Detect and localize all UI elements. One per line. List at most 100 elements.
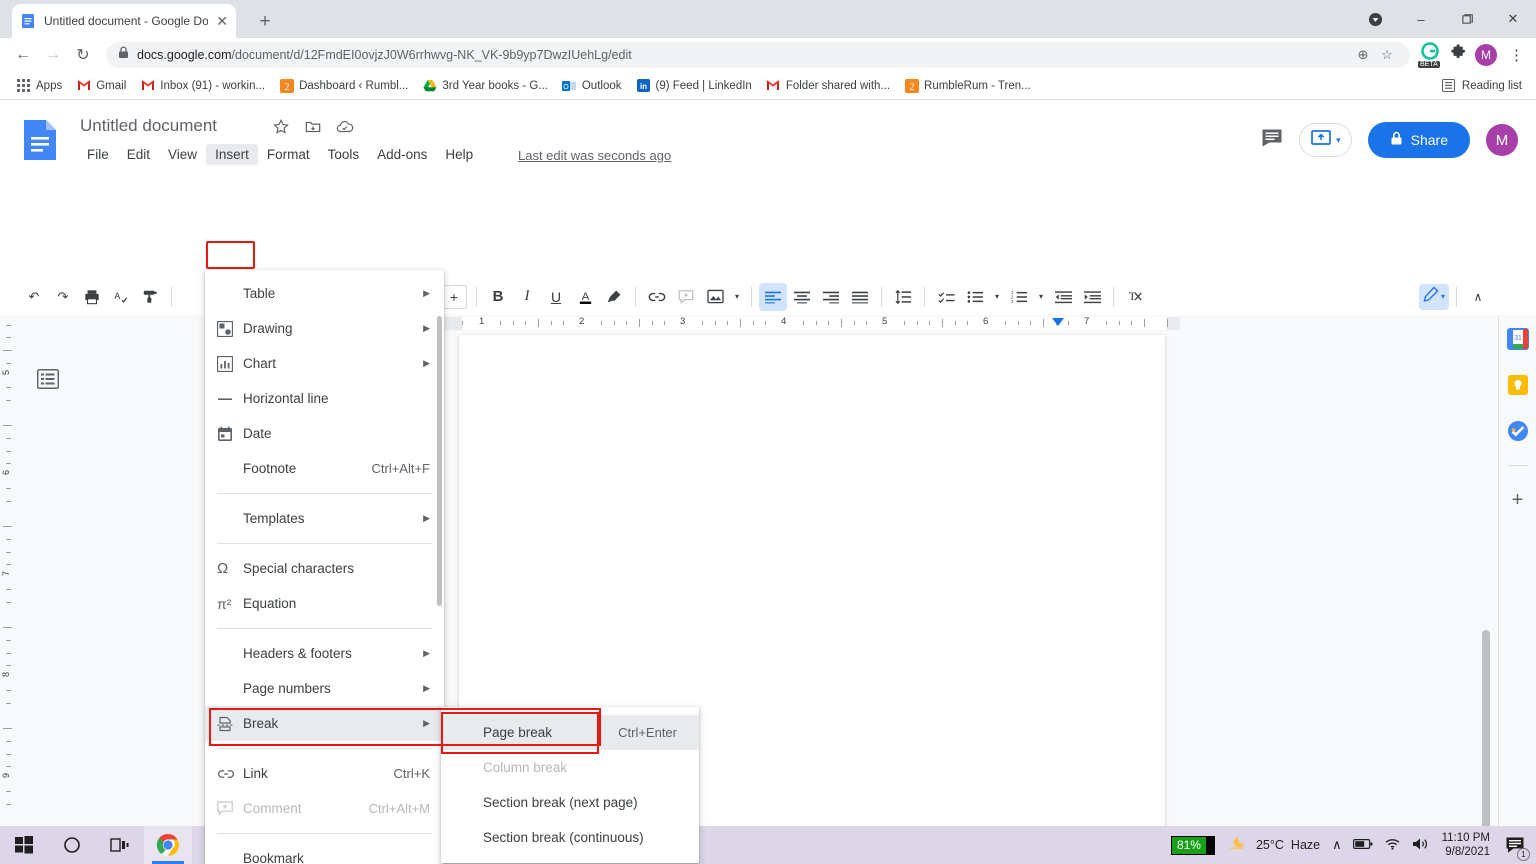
menu-item-link[interactable]: Link Ctrl+K: [205, 756, 444, 791]
menu-edit[interactable]: Edit: [118, 144, 159, 165]
comment-history-icon[interactable]: [1261, 128, 1283, 153]
present-button[interactable]: ▾: [1299, 123, 1352, 157]
menu-insert[interactable]: Insert: [206, 144, 258, 165]
task-view-button[interactable]: [96, 826, 144, 864]
menu-view[interactable]: View: [159, 144, 206, 165]
highlight-color-button[interactable]: [600, 283, 628, 311]
menu-tools[interactable]: Tools: [319, 144, 369, 165]
collapse-toolbar-button[interactable]: ∧: [1464, 283, 1492, 311]
google-calendar-icon[interactable]: 31: [1506, 327, 1530, 351]
move-to-folder-icon[interactable]: [304, 118, 322, 136]
align-center-button[interactable]: [788, 283, 816, 311]
menu-file[interactable]: File: [78, 144, 118, 165]
vertical-ruler[interactable]: 5 6 7 8 9 10: [0, 315, 16, 864]
bookmark-inbox[interactable]: Inbox (91) - workin...: [134, 76, 271, 95]
bulleted-list-button[interactable]: [961, 283, 989, 311]
battery-icon[interactable]: [1353, 838, 1373, 853]
menu-add-ons[interactable]: Add-ons: [368, 144, 436, 165]
menu-item-page-numbers[interactable]: Page numbers ▶: [205, 671, 444, 706]
browser-tab[interactable]: Untitled document - Google Doc ✕: [12, 4, 236, 38]
volume-icon[interactable]: [1412, 837, 1430, 854]
bookmark-rumblerum[interactable]: 2 RumbleRum - Tren...: [898, 76, 1037, 95]
zoom-indicator-icon[interactable]: ⊕: [1352, 44, 1374, 66]
numbered-list-caret-icon[interactable]: ▾: [1034, 283, 1048, 311]
text-color-button[interactable]: A: [571, 283, 599, 311]
increase-indent-button[interactable]: [1078, 283, 1106, 311]
menu-item-templates[interactable]: Templates ▶: [205, 501, 444, 536]
menu-item-break[interactable]: Break ▶: [205, 706, 444, 741]
window-minimize-button[interactable]: –: [1398, 0, 1444, 38]
menu-item-date[interactable]: Date: [205, 416, 444, 451]
menu-item-equation[interactable]: π² Equation: [205, 586, 444, 621]
align-right-button[interactable]: [817, 283, 845, 311]
redo-button[interactable]: ↷: [49, 283, 77, 311]
image-dropdown-caret-icon[interactable]: ▾: [730, 283, 744, 311]
menu-item-headers-footers[interactable]: Headers & footers ▶: [205, 636, 444, 671]
align-left-button[interactable]: [759, 283, 787, 311]
docs-account-avatar[interactable]: M: [1486, 124, 1518, 156]
notification-center-button[interactable]: 1: [1502, 832, 1528, 858]
star-icon[interactable]: [272, 118, 290, 136]
grammarly-beta-extension-icon[interactable]: BETA: [1418, 43, 1442, 67]
checklist-button[interactable]: [932, 283, 960, 311]
wifi-icon[interactable]: [1384, 837, 1401, 853]
share-button[interactable]: Share: [1368, 122, 1470, 158]
undo-button[interactable]: ↶: [20, 283, 48, 311]
paint-format-button[interactable]: [136, 283, 164, 311]
profile-avatar[interactable]: M: [1475, 44, 1497, 66]
submenu-item-page-break[interactable]: Page break Ctrl+Enter: [441, 715, 699, 750]
google-tasks-icon[interactable]: [1506, 419, 1530, 443]
document-outline-button[interactable]: [36, 367, 60, 391]
extensions-puzzle-icon[interactable]: [1450, 44, 1467, 66]
bookmark-3rd-year-books[interactable]: 3rd Year books - G...: [416, 76, 553, 95]
menu-item-chart[interactable]: Chart ▶: [205, 346, 444, 381]
search-button[interactable]: [48, 826, 96, 864]
line-spacing-button[interactable]: [889, 283, 917, 311]
bookmark-linkedin[interactable]: in (9) Feed | LinkedIn: [630, 76, 758, 95]
horizontal-ruler[interactable]: 1 2 3 4 5 6 7: [440, 315, 1180, 333]
decrease-indent-button[interactable]: [1049, 283, 1077, 311]
tab-close-icon[interactable]: ✕: [216, 14, 228, 28]
underline-button[interactable]: U: [542, 283, 570, 311]
menu-item-table[interactable]: Table ▶: [205, 276, 444, 311]
window-close-button[interactable]: ✕: [1490, 0, 1536, 38]
bookmark-apps[interactable]: Apps: [10, 76, 68, 95]
insert-image-button[interactable]: [701, 283, 729, 311]
reload-button[interactable]: ↻: [68, 40, 98, 70]
taskbar-clock[interactable]: 11:10 PM 9/8/2021: [1442, 831, 1490, 859]
font-size-increase-button[interactable]: +: [442, 289, 466, 305]
address-bar[interactable]: docs.google.com/document/d/12FmdEI0ovjzJ…: [106, 42, 1410, 68]
editing-mode-button[interactable]: ▾: [1419, 284, 1449, 310]
google-docs-logo-icon[interactable]: [22, 118, 58, 162]
chrome-taskbar-button[interactable]: [144, 826, 192, 864]
start-button[interactable]: [0, 826, 48, 864]
menu-item-drawing[interactable]: Drawing ▶: [205, 311, 444, 346]
insert-link-button[interactable]: [643, 283, 671, 311]
cloud-saved-icon[interactable]: [336, 118, 354, 136]
bulleted-list-caret-icon[interactable]: ▾: [990, 283, 1004, 311]
downloads-indicator-icon[interactable]: [1352, 0, 1398, 38]
new-tab-button[interactable]: +: [252, 9, 278, 35]
insert-menu-scrollbar[interactable]: [437, 316, 442, 606]
google-keep-icon[interactable]: [1506, 373, 1530, 397]
align-justify-button[interactable]: [846, 283, 874, 311]
submenu-item-section-break-next-page[interactable]: Section break (next page): [441, 785, 699, 820]
last-edit-status[interactable]: Last edit was seconds ago: [518, 148, 671, 163]
menu-item-footnote[interactable]: Footnote Ctrl+Alt+F: [205, 451, 444, 486]
show-hidden-icons-button[interactable]: ∧: [1332, 837, 1342, 853]
document-title[interactable]: Untitled document: [80, 116, 217, 136]
window-maximize-button[interactable]: [1444, 0, 1490, 38]
add-side-panel-app-button[interactable]: +: [1506, 488, 1530, 512]
back-button[interactable]: ←: [8, 40, 38, 70]
numbered-list-button[interactable]: 123: [1005, 283, 1033, 311]
bookmark-outlook[interactable]: O Outlook: [556, 76, 628, 95]
bookmark-gmail[interactable]: Gmail: [70, 76, 132, 95]
weather-widget[interactable]: 25°C Haze: [1227, 835, 1320, 856]
menu-item-bookmark[interactable]: Bookmark: [205, 841, 444, 864]
bold-button[interactable]: B: [484, 283, 512, 311]
reading-list-button[interactable]: Reading list: [1441, 78, 1526, 93]
italic-button[interactable]: I: [513, 283, 541, 311]
print-button[interactable]: [78, 283, 106, 311]
submenu-item-section-break-continuous[interactable]: Section break (continuous): [441, 820, 699, 855]
menu-format[interactable]: Format: [258, 144, 319, 165]
